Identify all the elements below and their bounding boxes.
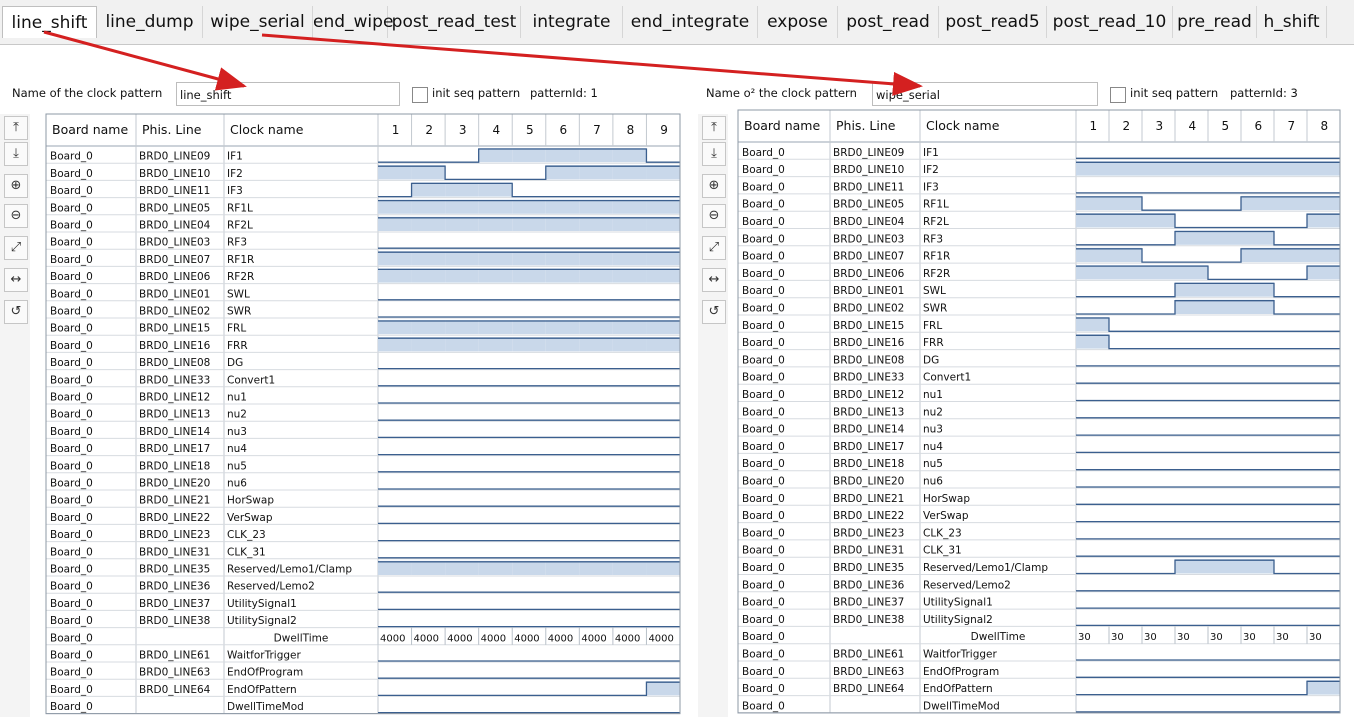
arrow-wipe-serial <box>261 33 923 96</box>
annotation-arrows <box>43 30 923 96</box>
arrow-line-shift <box>43 30 247 91</box>
